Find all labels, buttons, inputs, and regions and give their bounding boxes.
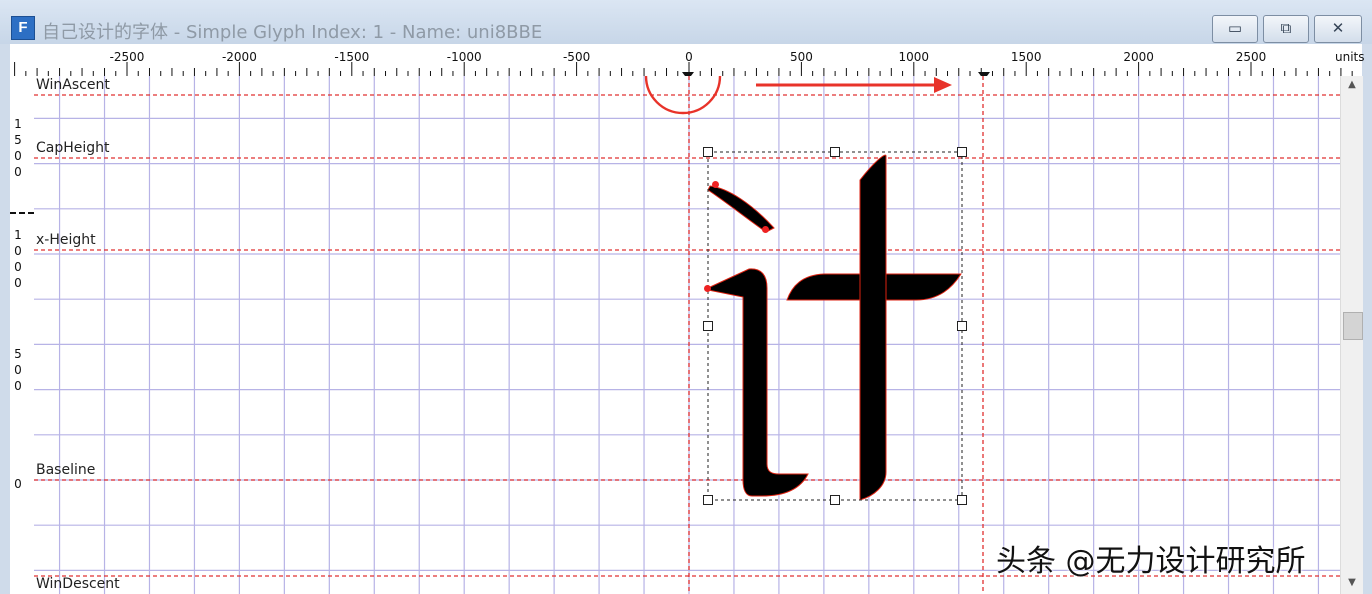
metric-label-winascent: WinAscent (36, 77, 110, 93)
selection-handle[interactable] (703, 147, 713, 157)
selection-handle[interactable] (830, 495, 840, 505)
ruler-tick-label: -1500 (334, 50, 370, 64)
vertical-ruler-label: 0 (14, 477, 22, 491)
metric-label-xheight: x-Height (36, 232, 96, 248)
ruler-tick-label: 500 (789, 50, 813, 64)
ruler-tick-label: 2500 (1235, 50, 1267, 64)
title-bar: F 自己设计的字体 - Simple Glyph Index: 1 - Name… (0, 0, 1372, 44)
ruler-tick-label: 2000 (1123, 50, 1154, 64)
ruler-tick-mark (10, 212, 34, 214)
metric-label-baseline: Baseline (36, 462, 96, 478)
metric-label-windescent: WinDescent (36, 576, 120, 592)
ruler-tick-label: 1000 (898, 50, 930, 64)
maximize-button[interactable]: ⧉ (1263, 15, 1309, 43)
control-point[interactable] (712, 181, 719, 188)
arrow-right-icon (934, 77, 952, 93)
app-icon: F (11, 16, 35, 40)
vertical-scrollbar[interactable]: ▲ ▼ (1340, 76, 1363, 594)
selection-handle[interactable] (703, 495, 713, 505)
grid-layer (34, 76, 1340, 594)
selection-handle[interactable] (957, 495, 967, 505)
ruler-tick-label: -2500 (109, 50, 145, 64)
control-point[interactable] (762, 226, 769, 233)
ruler-tick-label: 0 (685, 50, 693, 64)
minimize-button[interactable]: ▭ (1212, 15, 1258, 43)
glyph-canvas[interactable]: WinAscent CapHeight x-Height Baseline Wi… (34, 76, 1340, 594)
selection-handle[interactable] (957, 147, 967, 157)
scrollbar-thumb[interactable] (1343, 312, 1363, 340)
ruler-unit-label: units (1335, 50, 1365, 64)
window-title: 自己设计的字体 - Simple Glyph Index: 1 - Name: … (42, 22, 543, 43)
vertical-ruler-label: 1000 (14, 228, 22, 290)
vertical-ruler-label: 1500 (14, 117, 22, 179)
selection-handle[interactable] (957, 321, 967, 331)
ruler-tick-label: 1500 (1010, 50, 1042, 64)
selection-handle[interactable] (830, 147, 840, 157)
ruler-tick-label: -500 (562, 50, 591, 64)
selection-handle[interactable] (703, 321, 713, 331)
control-point[interactable] (704, 285, 711, 292)
vertical-ruler-label: 500 (14, 347, 22, 393)
arrow-down-icon[interactable]: ▼ (1341, 574, 1363, 592)
vertical-ruler: 1500 1000 500 0 (10, 76, 34, 594)
ruler-tick-label: -1000 (446, 50, 482, 64)
close-button[interactable]: ✕ (1314, 15, 1362, 43)
ruler-tick-label: -2000 (221, 50, 257, 64)
watermark-text: 头条 @无力设计研究所 (996, 544, 1306, 579)
glyph-outline[interactable] (707, 154, 962, 501)
metric-label-capheight: CapHeight (36, 140, 110, 156)
arrow-up-icon[interactable]: ▲ (1341, 76, 1363, 94)
